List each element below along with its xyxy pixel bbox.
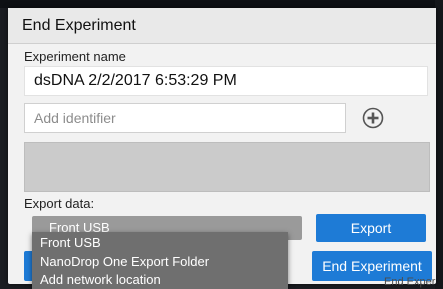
plus-circle-icon[interactable] xyxy=(362,107,384,129)
dialog-title-bar: End Experiment xyxy=(8,8,436,44)
experiment-name-label: Experiment name xyxy=(24,49,126,64)
dropdown-item-nanodrop-folder[interactable]: NanoDrop One Export Folder xyxy=(40,254,209,269)
background-top xyxy=(0,0,443,8)
background-right xyxy=(435,0,443,289)
background-end-experiment-text: End Exper xyxy=(384,276,436,288)
dialog-title: End Experiment xyxy=(22,17,136,34)
dropdown-item-front-usb[interactable]: Front USB xyxy=(40,235,101,250)
experiment-name-field[interactable]: dsDNA 2/2/2017 6:53:29 PM xyxy=(24,66,428,96)
experiment-name-value: dsDNA 2/2/2017 6:53:29 PM xyxy=(34,72,237,89)
identifier-input[interactable] xyxy=(24,103,346,133)
export-data-label: Export data: xyxy=(24,196,95,211)
export-button[interactable]: Export xyxy=(316,214,426,242)
notes-area[interactable] xyxy=(24,142,430,192)
dropdown-item-add-network[interactable]: Add network location xyxy=(40,272,161,287)
export-location-dropdown: Front USB NanoDrop One Export Folder Add… xyxy=(32,232,288,289)
